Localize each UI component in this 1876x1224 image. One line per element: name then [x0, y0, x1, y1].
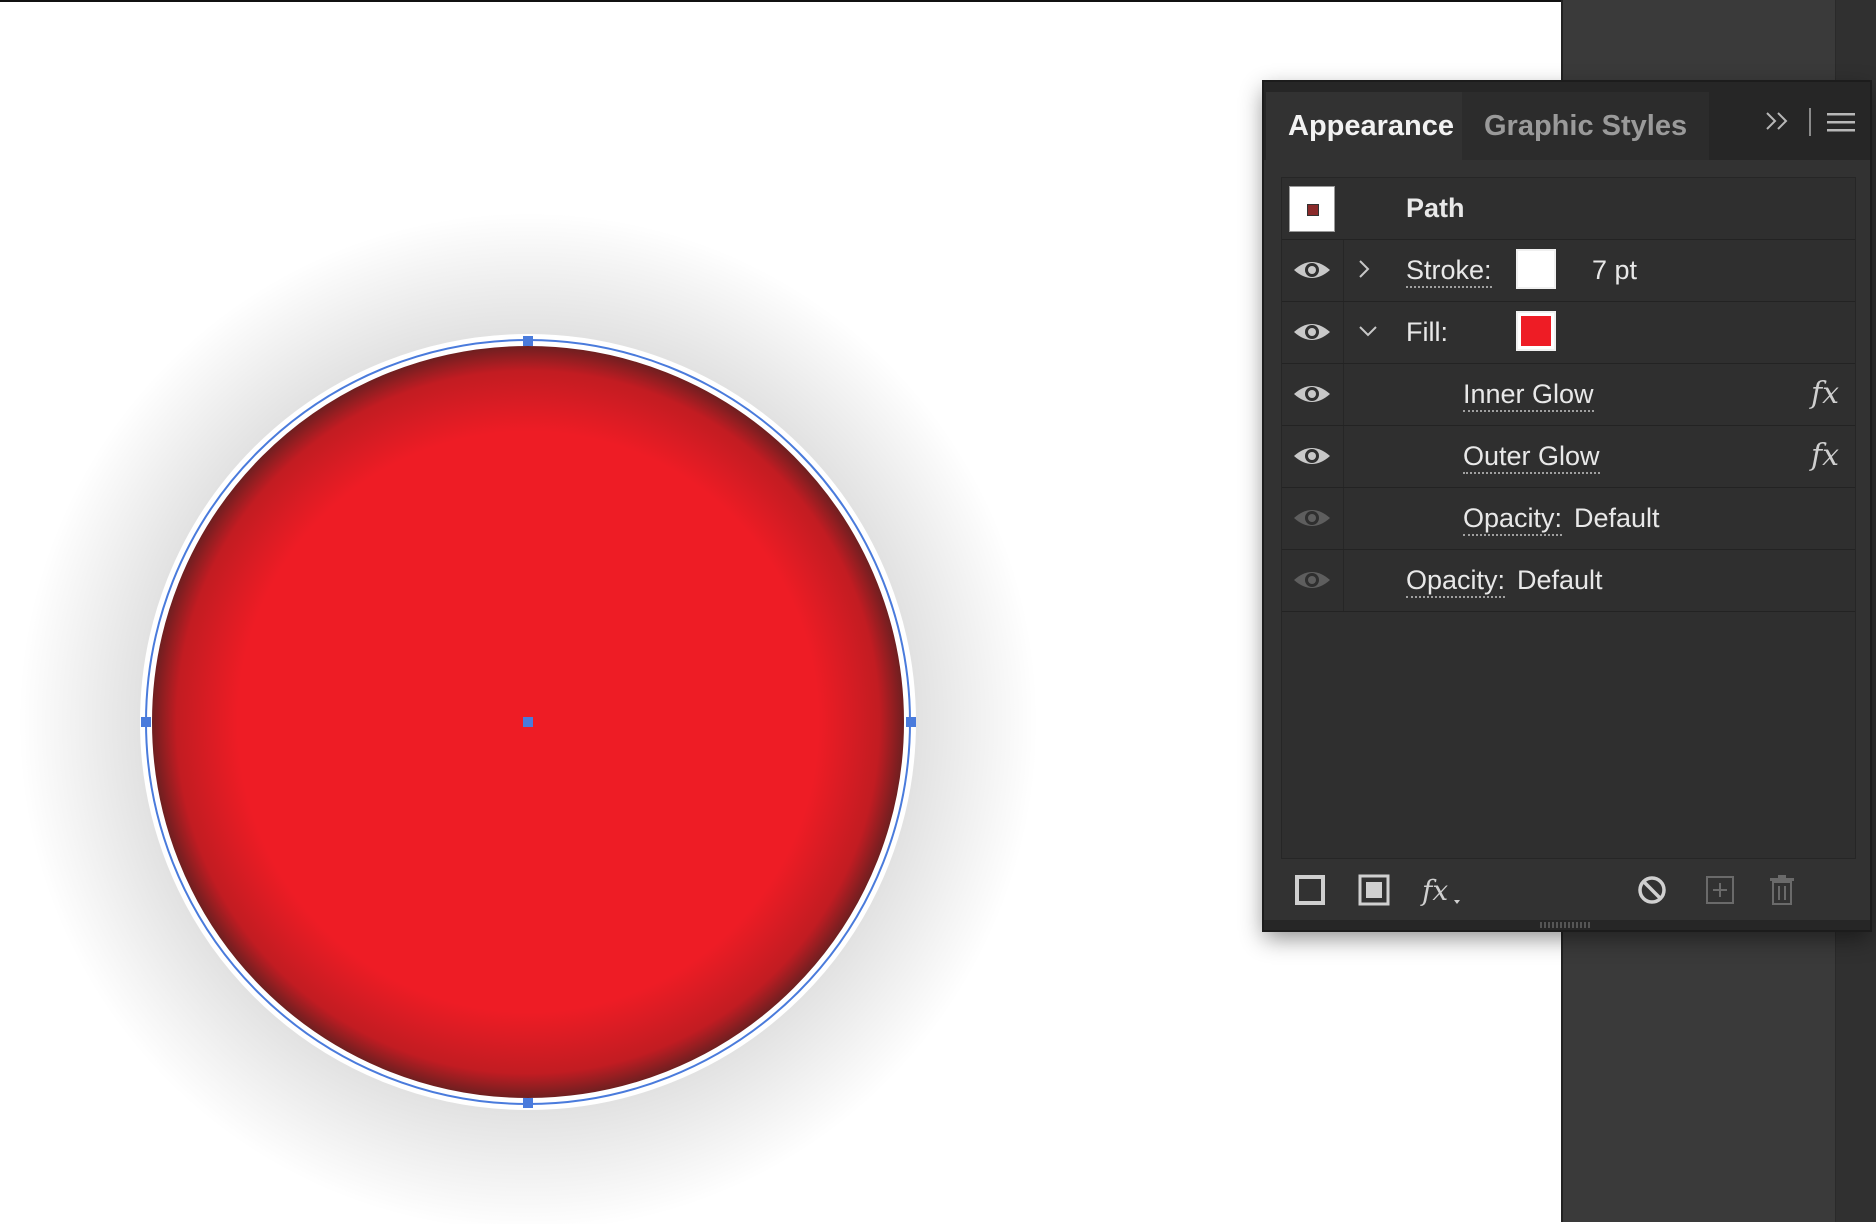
path-title: Path	[1406, 193, 1465, 223]
stroke-color-swatch[interactable]	[1516, 249, 1556, 289]
svg-text:fx: fx	[1420, 874, 1448, 907]
duplicate-item-icon[interactable]	[1702, 872, 1738, 908]
appearance-panel[interactable]: Appearance Graphic Styles Path Stroke: 7…	[1264, 82, 1870, 930]
fill-opacity-visibility-col	[1282, 488, 1344, 549]
add-new-fill-icon[interactable]	[1356, 872, 1392, 908]
tab-appearance[interactable]: Appearance	[1266, 92, 1477, 160]
panel-menu-icon[interactable]	[1827, 112, 1855, 132]
fill-label[interactable]: Fill:	[1406, 302, 1448, 363]
object-opacity-visibility-col	[1282, 550, 1344, 611]
outer-glow-row[interactable]: Outer Glow fx	[1282, 426, 1855, 488]
delete-item-icon[interactable]	[1764, 872, 1800, 908]
fill-color-swatch[interactable]	[1516, 311, 1556, 351]
panel-tab-bar: Appearance Graphic Styles	[1264, 82, 1870, 160]
eye-icon-dimmed[interactable]	[1292, 566, 1332, 594]
clear-appearance-icon[interactable]	[1634, 872, 1670, 908]
object-opacity-row[interactable]: Opacity: Default	[1282, 550, 1855, 612]
panel-resize-grip[interactable]	[1540, 922, 1590, 928]
fx-icon[interactable]: fx	[1811, 376, 1839, 411]
chevron-down-icon[interactable]	[1356, 319, 1380, 343]
stroke-weight-value[interactable]: 7 pt	[1592, 240, 1637, 301]
chevron-right-icon[interactable]	[1352, 257, 1376, 281]
path-header-row: Path	[1282, 178, 1855, 240]
stroke-visibility-col	[1282, 240, 1344, 301]
outer-glow-visibility-col	[1282, 426, 1344, 487]
inner-glow-visibility-col	[1282, 364, 1344, 425]
anchor-point-right[interactable]	[906, 717, 916, 727]
panel-footer: fx	[1264, 862, 1870, 928]
fill-row[interactable]: Fill:	[1282, 302, 1855, 364]
eye-icon-dimmed[interactable]	[1292, 504, 1332, 532]
appearance-attributes-list: Path Stroke: 7 pt Fill: Inner Glow fx Ou…	[1281, 177, 1856, 859]
tab-graphic-styles[interactable]: Graphic Styles	[1462, 92, 1710, 160]
eye-icon[interactable]	[1292, 442, 1332, 470]
object-opacity-label[interactable]: Opacity:	[1406, 550, 1506, 611]
panel-collapse-icon[interactable]	[1764, 110, 1790, 132]
fill-opacity-label[interactable]: Opacity:	[1463, 488, 1563, 549]
fx-icon[interactable]: fx	[1811, 438, 1839, 473]
stroke-label[interactable]: Stroke:	[1406, 240, 1492, 301]
object-opacity-value[interactable]: Default	[1517, 550, 1603, 611]
outer-glow-label[interactable]: Outer Glow	[1463, 426, 1600, 487]
eye-icon[interactable]	[1292, 318, 1332, 346]
anchor-point-top[interactable]	[523, 336, 533, 346]
eye-icon[interactable]	[1292, 256, 1332, 284]
inner-glow-label[interactable]: Inner Glow	[1463, 364, 1594, 425]
eye-icon[interactable]	[1292, 380, 1332, 408]
center-point[interactable]	[523, 717, 533, 727]
inner-glow-row[interactable]: Inner Glow fx	[1282, 364, 1855, 426]
add-new-stroke-icon[interactable]	[1292, 872, 1328, 908]
anchor-point-bottom[interactable]	[523, 1098, 533, 1108]
tab-bar-divider	[1809, 108, 1811, 136]
stroke-row[interactable]: Stroke: 7 pt	[1282, 240, 1855, 302]
fill-opacity-value[interactable]: Default	[1574, 488, 1660, 549]
fill-visibility-col	[1282, 302, 1344, 363]
anchor-point-left[interactable]	[141, 717, 151, 727]
path-thumbnail-icon	[1289, 186, 1335, 232]
add-effect-icon[interactable]: fx	[1420, 872, 1464, 908]
fill-opacity-row[interactable]: Opacity: Default	[1282, 488, 1855, 550]
